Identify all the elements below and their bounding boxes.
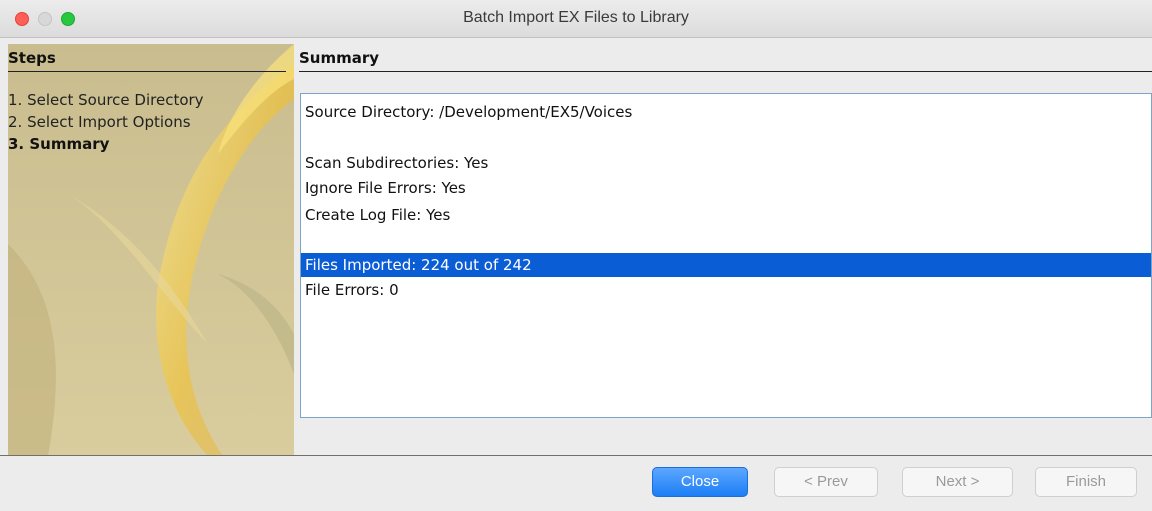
summary-line-create-log-file: Create Log File: Yes <box>305 206 451 224</box>
prev-button[interactable]: < Prev <box>774 467 878 497</box>
summary-header: Summary <box>299 49 1152 72</box>
summary-line-scan-subdirectories: Scan Subdirectories: Yes <box>305 154 489 172</box>
steps-list: 1. Select Source Directory 2. Select Imp… <box>8 89 204 155</box>
step-item-select-import-options: 2. Select Import Options <box>8 113 191 131</box>
title-bar: Batch Import EX Files to Library <box>0 0 1152 38</box>
summary-line-files-imported: Files Imported: 224 out of 242 <box>301 253 1151 277</box>
bottom-divider <box>0 455 1152 456</box>
summary-text-area[interactable]: Source Directory: /Development/EX5/Voice… <box>300 93 1152 418</box>
steps-header: Steps <box>8 49 286 72</box>
summary-line-source-directory: Source Directory: /Development/EX5/Voice… <box>305 103 633 121</box>
next-button[interactable]: Next > <box>902 467 1013 497</box>
window-title: Batch Import EX Files to Library <box>463 9 689 26</box>
step-item-select-source-directory: 1. Select Source Directory <box>8 91 204 109</box>
close-button[interactable]: Close <box>652 467 748 497</box>
finish-button[interactable]: Finish <box>1035 467 1137 497</box>
summary-line-ignore-file-errors: Ignore File Errors: Yes <box>305 179 466 197</box>
step-item-summary: 3. Summary <box>8 135 110 153</box>
steps-panel: Steps 1. Select Source Directory 2. Sele… <box>8 44 294 456</box>
summary-line-file-errors: File Errors: 0 <box>305 281 399 299</box>
